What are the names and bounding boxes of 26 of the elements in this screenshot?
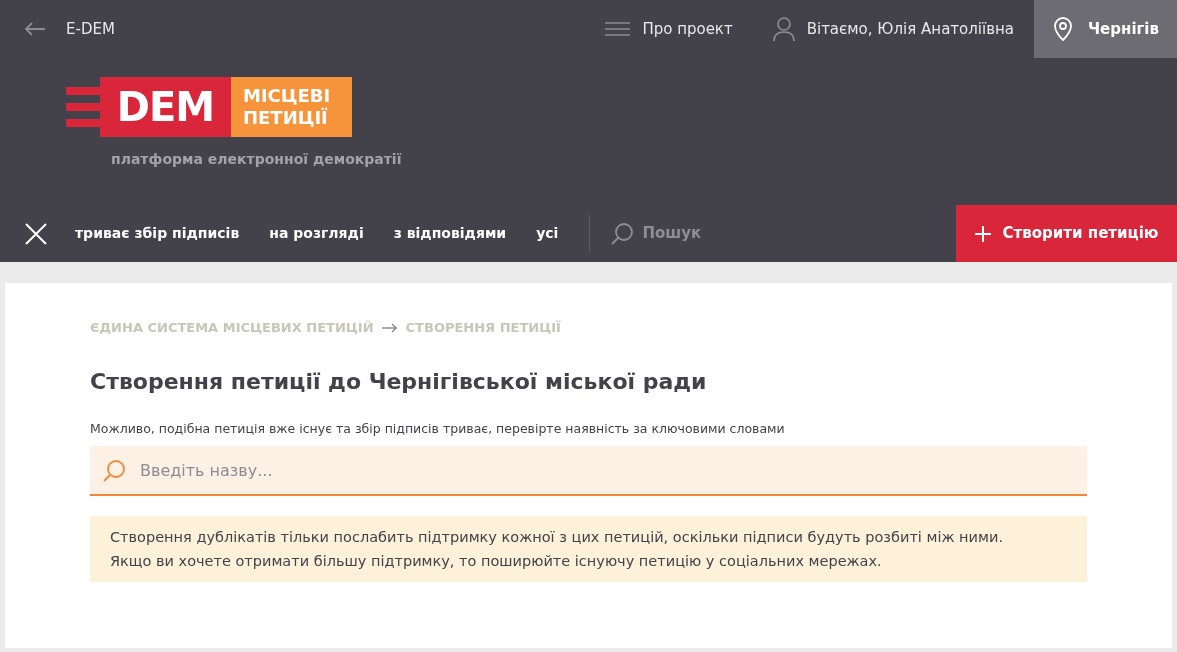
site-logo[interactable]: DEM МІСЦЕВІ ПЕТИЦІЇ bbox=[66, 77, 1177, 137]
close-icon[interactable] bbox=[24, 221, 48, 246]
search-icon bbox=[610, 221, 635, 246]
search-icon bbox=[102, 459, 126, 484]
arrow-right-icon bbox=[381, 322, 398, 333]
search-field[interactable]: Введіть назву... bbox=[90, 446, 1087, 497]
logo-tagline: платформа електронної демократії bbox=[111, 150, 403, 169]
back-link[interactable]: E-DEM bbox=[0, 17, 115, 41]
nav-tab[interactable]: усі bbox=[521, 223, 574, 244]
location-pin-icon bbox=[1054, 17, 1072, 41]
page-heading: Створення петиції до Чернігівської міської ради bbox=[90, 367, 708, 396]
nav-tab[interactable]: з відповідями bbox=[378, 223, 522, 244]
nav-tab[interactable]: на розгляді bbox=[254, 223, 379, 244]
user-icon bbox=[772, 17, 795, 41]
about-link[interactable]: Про проект bbox=[605, 17, 733, 41]
create-petition-button[interactable]: Створити петицію bbox=[956, 205, 1177, 262]
logo-stripes-icon bbox=[66, 87, 100, 127]
plus-icon bbox=[974, 225, 991, 242]
notice-text: Якщо ви хочете отримати більшу підтримку, то поширюйте існуючу петицію у соціальних мережах. bbox=[110, 552, 883, 572]
menu-icon bbox=[605, 22, 631, 36]
nav-tab[interactable]: триває збір підписів bbox=[60, 223, 255, 244]
user-link[interactable]: Вітаємо, Юлія Анатоліївна bbox=[772, 17, 1014, 41]
city-button[interactable]: Чернігів bbox=[1034, 0, 1177, 58]
hint-text: Можливо, подібна петиція вже існує та збір підписів триває, перевірте наявність за ключовими словами bbox=[90, 419, 786, 438]
back-arrow-icon bbox=[24, 22, 46, 36]
notice-text: Створення дублікатів тільки послабить підтримку кожної з цих петицій, оскільки підписи будуть розбиті між ними. bbox=[110, 528, 1004, 548]
